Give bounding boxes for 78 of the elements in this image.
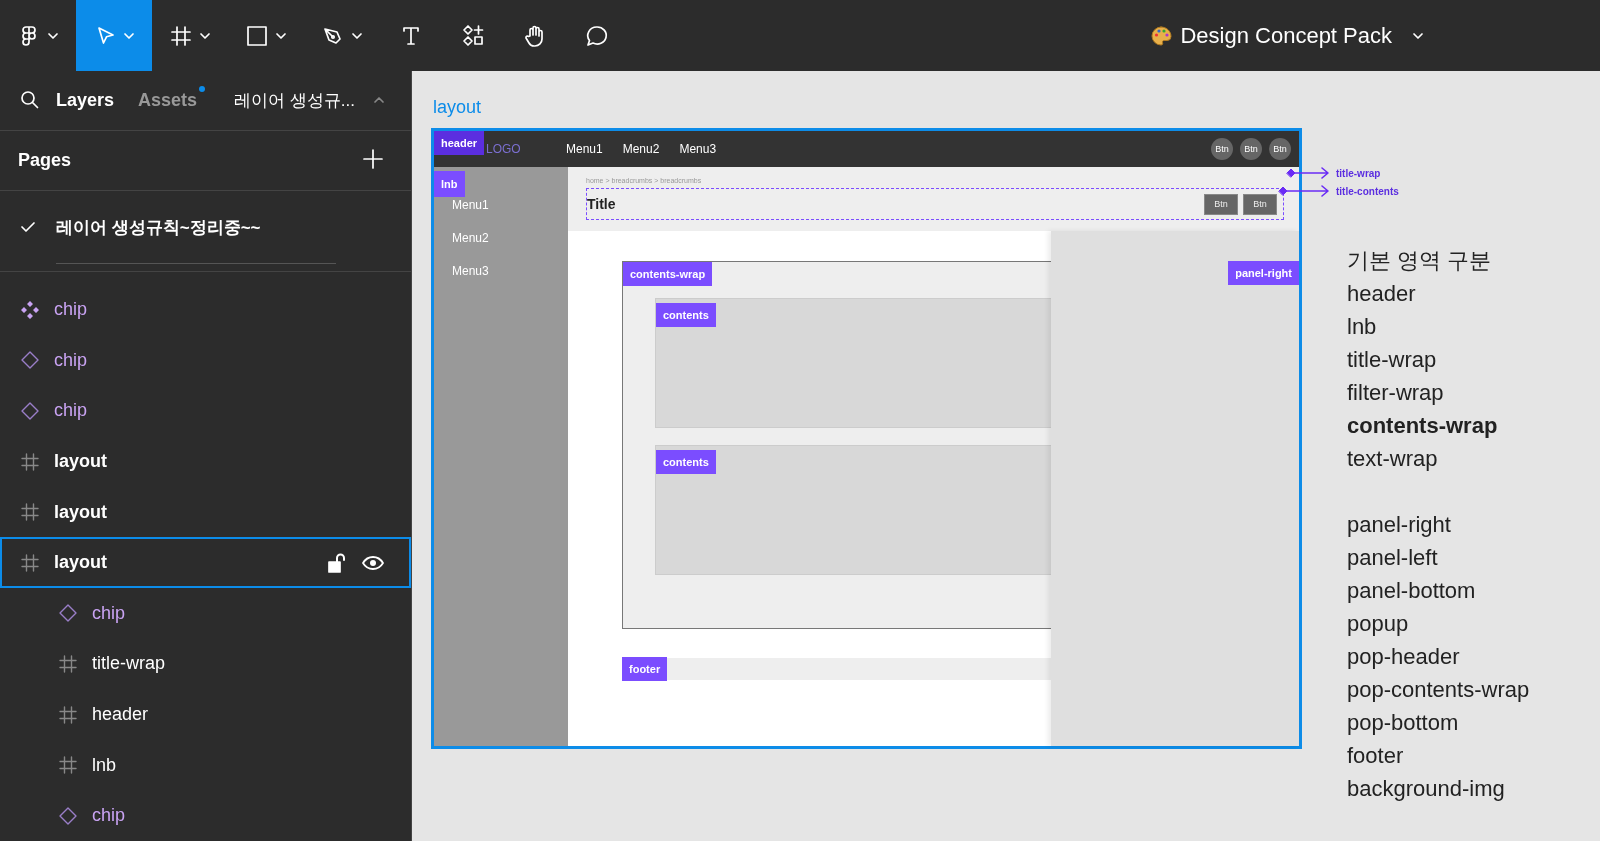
layer-tag: lnb (434, 171, 465, 197)
chevron-up-icon (373, 95, 385, 106)
eye-icon[interactable] (361, 554, 385, 571)
nav-menu-item[interactable]: Menu1 (566, 142, 603, 156)
note-line: popup (1347, 610, 1410, 638)
hash-icon (58, 704, 78, 725)
note-line: lnb (1347, 313, 1378, 341)
nav-menu-item[interactable]: Menu2 (622, 142, 660, 156)
plus-icon (363, 149, 383, 169)
layer-item[interactable]: chip (0, 588, 411, 639)
layer-item[interactable]: header (0, 689, 411, 740)
note-line: panel-left (1347, 544, 1439, 572)
diamond-icon (58, 805, 78, 826)
panel-tab[interactable]: Assets (126, 89, 210, 111)
note-line: title-wrap (1347, 346, 1438, 374)
layer-tag: footer (622, 657, 668, 681)
note-line: text-wrap (1347, 445, 1439, 473)
circle-button[interactable]: Btn (1240, 138, 1262, 160)
panel-tab[interactable]: Layers (44, 89, 127, 111)
layer-item[interactable]: layout (0, 436, 411, 487)
logo-text: LOGO (486, 142, 522, 156)
hash-icon (20, 552, 40, 573)
diamond-icon (58, 603, 78, 624)
layer-tag: panel-right (1228, 261, 1299, 285)
unlock-icon[interactable] (327, 551, 347, 574)
hash-icon (20, 502, 40, 523)
layer-item[interactable]: chip (0, 385, 411, 437)
file-title-button[interactable]: Design Concept Pack (1144, 0, 1430, 71)
note-line: contents-wrap (1347, 412, 1499, 440)
arrow-pointer-icon (1277, 184, 1330, 198)
hash-icon (20, 451, 40, 472)
comment-icon (585, 23, 609, 48)
shapes-icon (461, 23, 485, 48)
layer-item[interactable]: layout (0, 537, 411, 589)
page-item[interactable]: 레이어 생성규칙~정리중~~ (0, 191, 411, 264)
palette-icon (1150, 24, 1173, 47)
note-line: pop-header (1347, 643, 1461, 671)
note-line: footer (1347, 742, 1405, 770)
note-line: panel-bottom (1347, 577, 1477, 605)
action-button[interactable]: Btn (1243, 193, 1277, 215)
layer-tag: header (434, 131, 485, 155)
hash-icon (58, 755, 78, 776)
layer-item[interactable]: layout (0, 486, 411, 538)
component-icon (20, 299, 40, 320)
file-title: Design Concept Pack (1180, 22, 1392, 49)
square-icon (245, 23, 269, 48)
layer-item[interactable]: chip (0, 790, 411, 841)
layer-item[interactable]: chip (0, 335, 411, 386)
diamond-icon (20, 350, 40, 371)
search-icon[interactable] (20, 90, 40, 111)
hash-icon (58, 653, 78, 674)
pages-heading: Pages (18, 150, 72, 171)
hash-icon (169, 23, 193, 48)
note-line: panel-right (1347, 511, 1452, 539)
caret-icon (1412, 30, 1424, 41)
note-line: 기본 영역 구분 (1347, 247, 1493, 275)
page-title: Title (587, 196, 616, 212)
diamond-icon (20, 400, 40, 421)
layer-item[interactable]: chip (0, 284, 411, 336)
layer-tag: contents (656, 303, 716, 327)
note-line: filter-wrap (1347, 379, 1445, 407)
page-selector[interactable]: 레이어 생성규... (228, 87, 391, 113)
note-line: pop-bottom (1347, 709, 1460, 737)
layer-tag: contents-wrap (623, 262, 713, 286)
annotation-label: title-contents (1336, 185, 1399, 197)
arrow-pointer-icon (1285, 166, 1330, 180)
layer-item[interactable]: title-wrap (0, 638, 411, 690)
layer-tag: contents (656, 450, 716, 474)
circle-button[interactable]: Btn (1269, 138, 1291, 160)
add-page-button[interactable] (363, 149, 383, 172)
circle-button[interactable]: Btn (1211, 138, 1233, 160)
annotation-label: title-wrap (1336, 167, 1381, 179)
nav-menu-item[interactable]: Menu3 (679, 142, 717, 156)
note-line: pop-contents-wrap (1347, 676, 1530, 704)
note-line: header (1347, 280, 1417, 308)
layer-item[interactable]: lnb (0, 739, 411, 791)
action-button[interactable]: Btn (1204, 193, 1238, 215)
note-line: background-img (1347, 775, 1506, 803)
